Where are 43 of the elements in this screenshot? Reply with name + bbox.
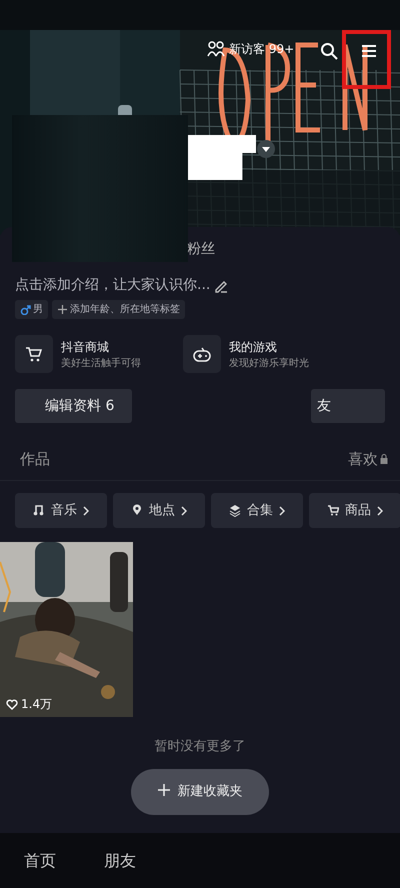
shortcut-title: 抖音商城: [61, 338, 110, 356]
shortcut-tile[interactable]: [15, 335, 53, 373]
profile-button[interactable]: 编辑资料 6: [15, 389, 132, 423]
layers-icon: [229, 504, 241, 517]
people-icon: [207, 41, 225, 57]
nav-tab[interactable]: 首页: [0, 848, 80, 872]
shortcut-subtitle: 发现好游乐享时光: [229, 356, 309, 370]
filter-chip[interactable]: 合集: [211, 493, 303, 528]
filter-chip[interactable]: 地点: [113, 493, 205, 528]
tab[interactable]: 作品: [20, 449, 50, 469]
profile-button[interactable]: 友: [311, 389, 385, 423]
location-pin-icon: [131, 504, 143, 517]
male-icon: [20, 304, 31, 315]
plus-icon: [57, 304, 68, 315]
plus-icon: [158, 784, 170, 796]
gamepad-icon: [192, 345, 212, 363]
shortcut-subtitle: 美好生活触手可得: [61, 356, 141, 370]
chevron-icon: [377, 506, 383, 516]
tag[interactable]: 男: [15, 300, 48, 319]
music-note-icon: [33, 504, 45, 517]
search-icon[interactable]: [320, 42, 338, 60]
shortcut-tile[interactable]: [183, 335, 221, 373]
fans-label: 粉丝: [187, 241, 215, 257]
filter-chip[interactable]: 商品: [309, 493, 400, 528]
new-folder-button[interactable]: 新建收藏夹: [131, 768, 269, 814]
menu-icon[interactable]: [361, 44, 377, 58]
cart-icon: [327, 504, 339, 517]
edit-icon[interactable]: [214, 278, 228, 292]
dropdown-icon[interactable]: [257, 140, 275, 158]
heart-icon: [6, 698, 18, 710]
chevron-icon: [181, 506, 187, 516]
tab[interactable]: 喜欢: [348, 449, 388, 469]
end-of-list-text: 暂时没有更多了: [154, 739, 246, 754]
filter-chip[interactable]: 音乐: [15, 493, 107, 528]
chevron-icon: [279, 506, 285, 516]
bio-text[interactable]: 点击添加介绍，让大家认识你...: [15, 275, 210, 296]
tag[interactable]: 添加年龄、所在地等标签: [52, 300, 185, 319]
cart-icon: [24, 345, 44, 363]
highlight-box: [342, 30, 391, 89]
chevron-icon: [83, 506, 89, 516]
like-count: 1.4万: [21, 696, 52, 713]
shortcut-title: 我的游戏: [229, 338, 278, 356]
nav-tab[interactable]: 朋友: [80, 848, 160, 872]
